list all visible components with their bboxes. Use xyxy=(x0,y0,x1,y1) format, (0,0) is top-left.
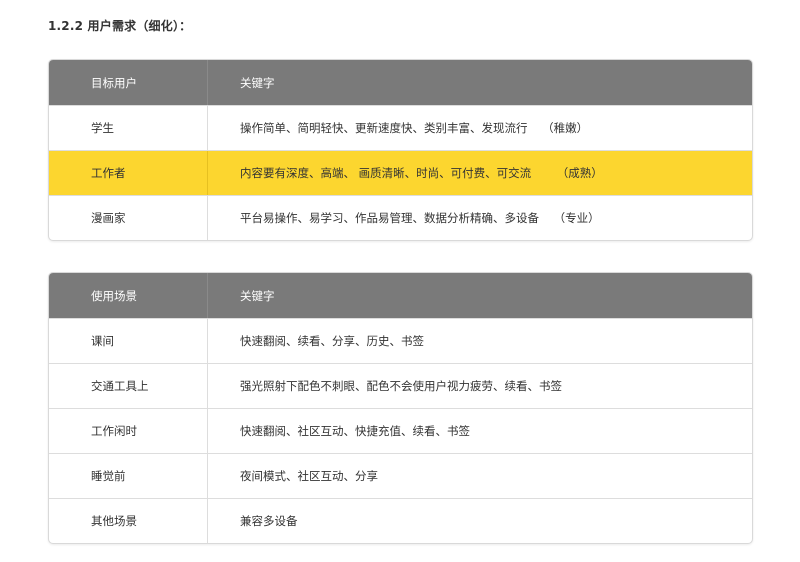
table-row: 学生 操作简单、简明轻快、更新速度快、类别丰富、发现流行 （稚嫩） xyxy=(49,105,752,150)
user-cell: 学生 xyxy=(49,106,208,150)
user-cell: 工作者 xyxy=(49,151,208,195)
usage-scene-table: 使用场景 关键字 课间 快速翻阅、续看、分享、历史、书签 交通工具上 强光照射下… xyxy=(48,272,753,544)
header-keywords: 关键字 xyxy=(240,288,275,303)
table-row: 漫画家 平台易操作、易学习、作品易管理、数据分析精确、多设备 （专业） xyxy=(49,195,752,240)
table-row-highlighted: 工作者 内容要有深度、高端、 画质清晰、时尚、可付费、可交流 （成熟） xyxy=(49,150,752,195)
keywords-cell: 快速翻阅、社区互动、快捷充值、续看、书签 xyxy=(240,424,470,438)
table-row: 交通工具上 强光照射下配色不刺眼、配色不会使用户视力疲劳、续看、书签 xyxy=(49,363,752,408)
scene-cell: 课间 xyxy=(49,319,208,363)
table-header-row: 目标用户 关键字 xyxy=(49,60,752,105)
table-row: 课间 快速翻阅、续看、分享、历史、书签 xyxy=(49,318,752,363)
keywords-cell: 内容要有深度、高端、 画质清晰、时尚、可付费、可交流 （成熟） xyxy=(240,166,603,180)
keywords-cell: 强光照射下配色不刺眼、配色不会使用户视力疲劳、续看、书签 xyxy=(240,379,562,393)
user-cell: 漫画家 xyxy=(49,196,208,240)
section-heading: 1.2.2 用户需求（细化）： xyxy=(48,19,192,33)
keywords-cell: 快速翻阅、续看、分享、历史、书签 xyxy=(240,334,424,348)
keywords-cell: 平台易操作、易学习、作品易管理、数据分析精确、多设备 （专业） xyxy=(240,211,600,225)
keywords-cell: 夜间模式、社区互动、分享 xyxy=(240,469,378,483)
keywords-cell: 兼容多设备 xyxy=(240,514,298,528)
scene-cell: 交通工具上 xyxy=(49,364,208,408)
target-user-table: 目标用户 关键字 学生 操作简单、简明轻快、更新速度快、类别丰富、发现流行 （稚… xyxy=(48,59,753,241)
table-row: 其他场景 兼容多设备 xyxy=(49,498,752,543)
header-usage-scene: 使用场景 xyxy=(49,273,208,318)
scene-cell: 工作闲时 xyxy=(49,409,208,453)
header-keywords: 关键字 xyxy=(240,75,275,90)
keywords-cell: 操作简单、简明轻快、更新速度快、类别丰富、发现流行 （稚嫩） xyxy=(240,121,589,135)
scene-cell: 其他场景 xyxy=(49,499,208,543)
table-header-row: 使用场景 关键字 xyxy=(49,273,752,318)
table-row: 睡觉前 夜间模式、社区互动、分享 xyxy=(49,453,752,498)
scene-cell: 睡觉前 xyxy=(49,454,208,498)
document-page: 1.2.2 用户需求（细化）： 目标用户 关键字 学生 操作简单、简明轻快、更新… xyxy=(0,0,800,562)
table-row: 工作闲时 快速翻阅、社区互动、快捷充值、续看、书签 xyxy=(49,408,752,453)
header-target-user: 目标用户 xyxy=(49,60,208,105)
